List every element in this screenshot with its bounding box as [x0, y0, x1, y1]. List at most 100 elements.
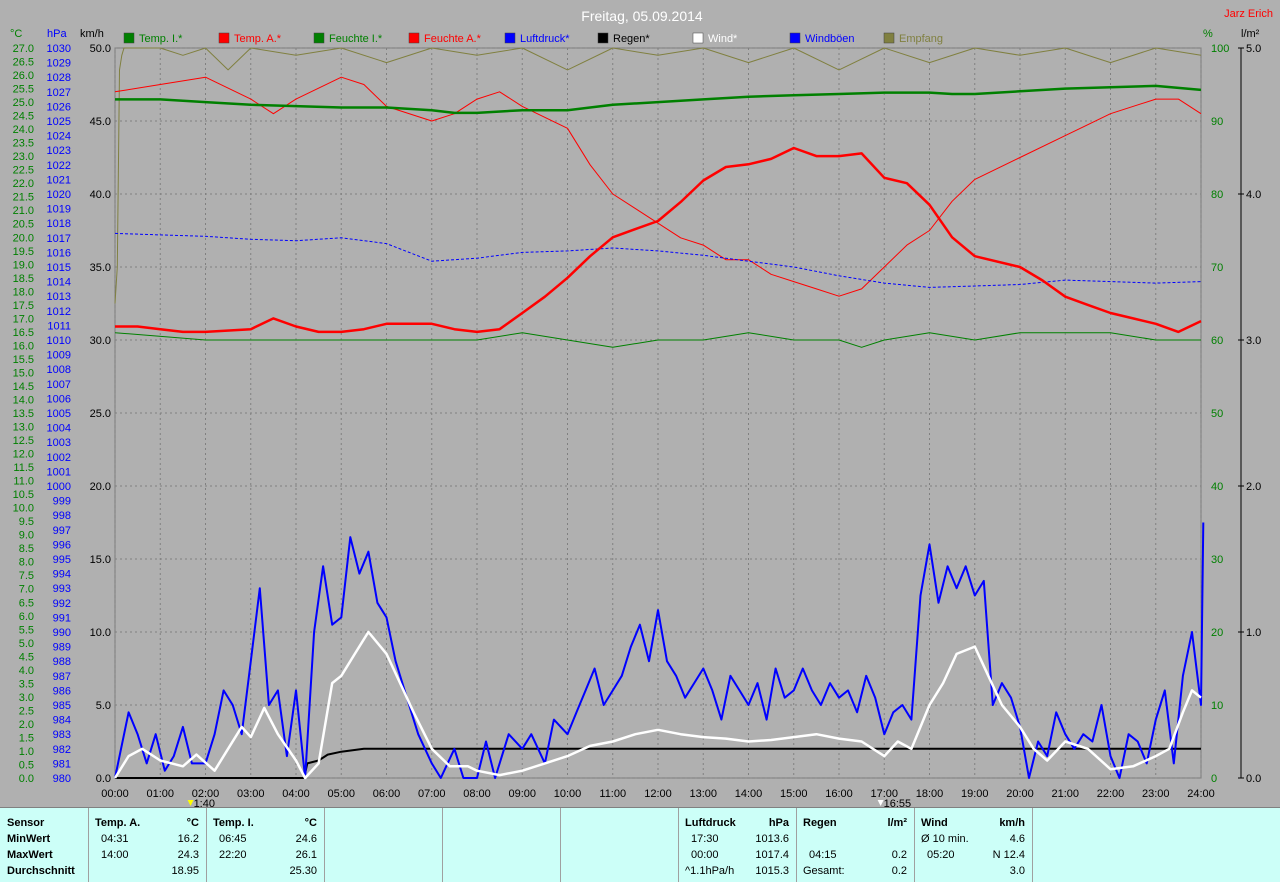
- temp-i-unit: °C: [304, 817, 317, 829]
- legend-label: Windböen: [805, 33, 855, 45]
- regen-title: Regen: [803, 817, 837, 829]
- legend-label: Temp. A.*: [234, 33, 282, 45]
- temp-tick-label: 13.5: [13, 408, 34, 420]
- temp-tick-label: 5.0: [19, 638, 34, 650]
- author-label: Jarz Erich: [1224, 8, 1273, 20]
- temp-tick-label: 14.0: [13, 394, 34, 406]
- x-tick-label: 22:00: [1097, 788, 1125, 800]
- luftdruck-title: Luftdruck: [685, 817, 736, 829]
- pressure-tick-label: 1002: [47, 452, 71, 464]
- pressure-tick-label: 1021: [47, 174, 71, 186]
- stats-temp-i: Temp. I. °C 06:45 24.6 22:20 26.1 25.30: [206, 808, 325, 882]
- x-tick-label: 01:00: [146, 788, 174, 800]
- pressure-tick-label: 1005: [47, 408, 71, 420]
- wind-tick-label: 5.0: [96, 700, 111, 712]
- wind-unit: km/h: [999, 817, 1025, 829]
- pressure-tick-label: 984: [53, 715, 71, 727]
- temp-tick-label: 25.0: [13, 97, 34, 109]
- x-tick-label: 19:00: [961, 788, 989, 800]
- pressure-tick-label: 1019: [47, 204, 71, 216]
- pressure-tick-label: 981: [53, 758, 71, 770]
- temp-tick-label: 14.5: [13, 381, 34, 393]
- pressure-tick-label: 985: [53, 700, 71, 712]
- x-tick-label: 21:00: [1051, 788, 1079, 800]
- temp-tick-label: 9.5: [19, 516, 34, 528]
- temp-tick-label: 17.0: [13, 313, 34, 325]
- temp-tick-label: 4.5: [19, 651, 34, 663]
- legend-swatch: [218, 32, 230, 44]
- legend-swatch: [789, 32, 801, 44]
- x-tick-label: 10:00: [554, 788, 582, 800]
- pressure-tick-label: 1013: [47, 291, 71, 303]
- rain-tick-label: 5.0: [1246, 43, 1261, 55]
- pressure-tick-label: 1018: [47, 218, 71, 230]
- temp-tick-label: 16.0: [13, 340, 34, 352]
- humidity-tick-label: 70: [1211, 262, 1223, 274]
- temp-tick-label: 8.0: [19, 557, 34, 569]
- pressure-tick-label: 987: [53, 671, 71, 683]
- pressure-tick-label: 998: [53, 510, 71, 522]
- legend-label: Luftdruck*: [520, 33, 570, 45]
- temp-tick-label: 24.5: [13, 111, 34, 123]
- wind-tick-label: 0.0: [96, 773, 111, 785]
- humidity-tick-label: 100: [1211, 43, 1229, 55]
- pressure-tick-label: 991: [53, 612, 71, 624]
- legend-swatch: [408, 32, 420, 44]
- temp-tick-label: 15.5: [13, 354, 34, 366]
- humidity-tick-label: 60: [1211, 335, 1223, 347]
- temp-a-max-value: 24.3: [177, 849, 199, 861]
- rain-tick-label: 2.0: [1246, 481, 1261, 493]
- temp-tick-label: 23.0: [13, 151, 34, 163]
- temp-tick-label: 17.5: [13, 300, 34, 312]
- wind-avg10-label: Ø 10 min.: [921, 833, 969, 845]
- temp-tick-label: 22.5: [13, 165, 34, 177]
- x-tick-label: 20:00: [1006, 788, 1034, 800]
- temp-i-min-value: 24.6: [295, 833, 317, 845]
- regen-max-value: 0.2: [891, 849, 907, 861]
- temp-tick-label: 10.0: [13, 503, 34, 515]
- weather-chart: 00:00 01:00 02:00 03:00 04:00 05:00 06:00 07:00…: [0, 0, 1280, 807]
- pressure-tick-label: 1028: [47, 72, 71, 84]
- x-tick-label: 13:00: [689, 788, 717, 800]
- legend: Temp. I.* Temp. A.* Feuchte I.* Feuchte A.*…: [123, 32, 943, 45]
- wind-max-time: 05:20: [927, 849, 955, 861]
- temp-a-avg-value: 18.95: [171, 865, 199, 877]
- unit-pressure: hPa: [47, 28, 67, 40]
- pressure-tick-label: 993: [53, 583, 71, 595]
- wind-tick-label: 25.0: [90, 408, 111, 420]
- temp-tick-label: 18.0: [13, 286, 34, 298]
- legend-label: Regen*: [613, 33, 650, 45]
- legend-swatch: [692, 32, 704, 44]
- temp-tick-label: 20.0: [13, 232, 34, 244]
- pressure-tick-label: 1016: [47, 247, 71, 259]
- temp-tick-label: 26.5: [13, 57, 34, 69]
- humidity-tick-label: 30: [1211, 554, 1223, 566]
- humidity-tick-label: 90: [1211, 116, 1223, 128]
- legend-label: Feuchte A.*: [424, 33, 482, 45]
- pressure-tick-label: 1023: [47, 145, 71, 157]
- temp-tick-label: 15.0: [13, 367, 34, 379]
- pressure-tick-label: 1006: [47, 393, 71, 405]
- pressure-tick-label: 996: [53, 539, 71, 551]
- marker-label: 1:40: [194, 798, 215, 807]
- x-tick-label: 14:00: [735, 788, 763, 800]
- rain-tick-label: 0.0: [1246, 773, 1261, 785]
- legend-label: Feuchte I.*: [329, 33, 383, 45]
- wind-tick-label: 45.0: [90, 116, 111, 128]
- legend-label: Empfang: [899, 33, 943, 45]
- wind-title: Wind: [921, 817, 948, 829]
- pressure-tick-label: 1029: [47, 58, 71, 70]
- wind-tick-label: 15.0: [90, 554, 111, 566]
- pressure-tick-label: 995: [53, 554, 71, 566]
- rain-tick-label: 3.0: [1246, 335, 1261, 347]
- temp-a-min-time: 04:31: [101, 833, 129, 845]
- humidity-tick-label: 40: [1211, 481, 1223, 493]
- luftdruck-max-time: 00:00: [691, 849, 719, 861]
- pressure-tick-label: 1017: [47, 233, 71, 245]
- temp-tick-label: 1.5: [19, 732, 34, 744]
- pressure-tick-label: 1022: [47, 160, 71, 172]
- temp-tick-label: 10.5: [13, 489, 34, 501]
- regen-total-value: 0.2: [891, 865, 907, 877]
- temp-tick-label: 27.0: [13, 43, 34, 55]
- humidity-tick-label: 20: [1211, 627, 1223, 639]
